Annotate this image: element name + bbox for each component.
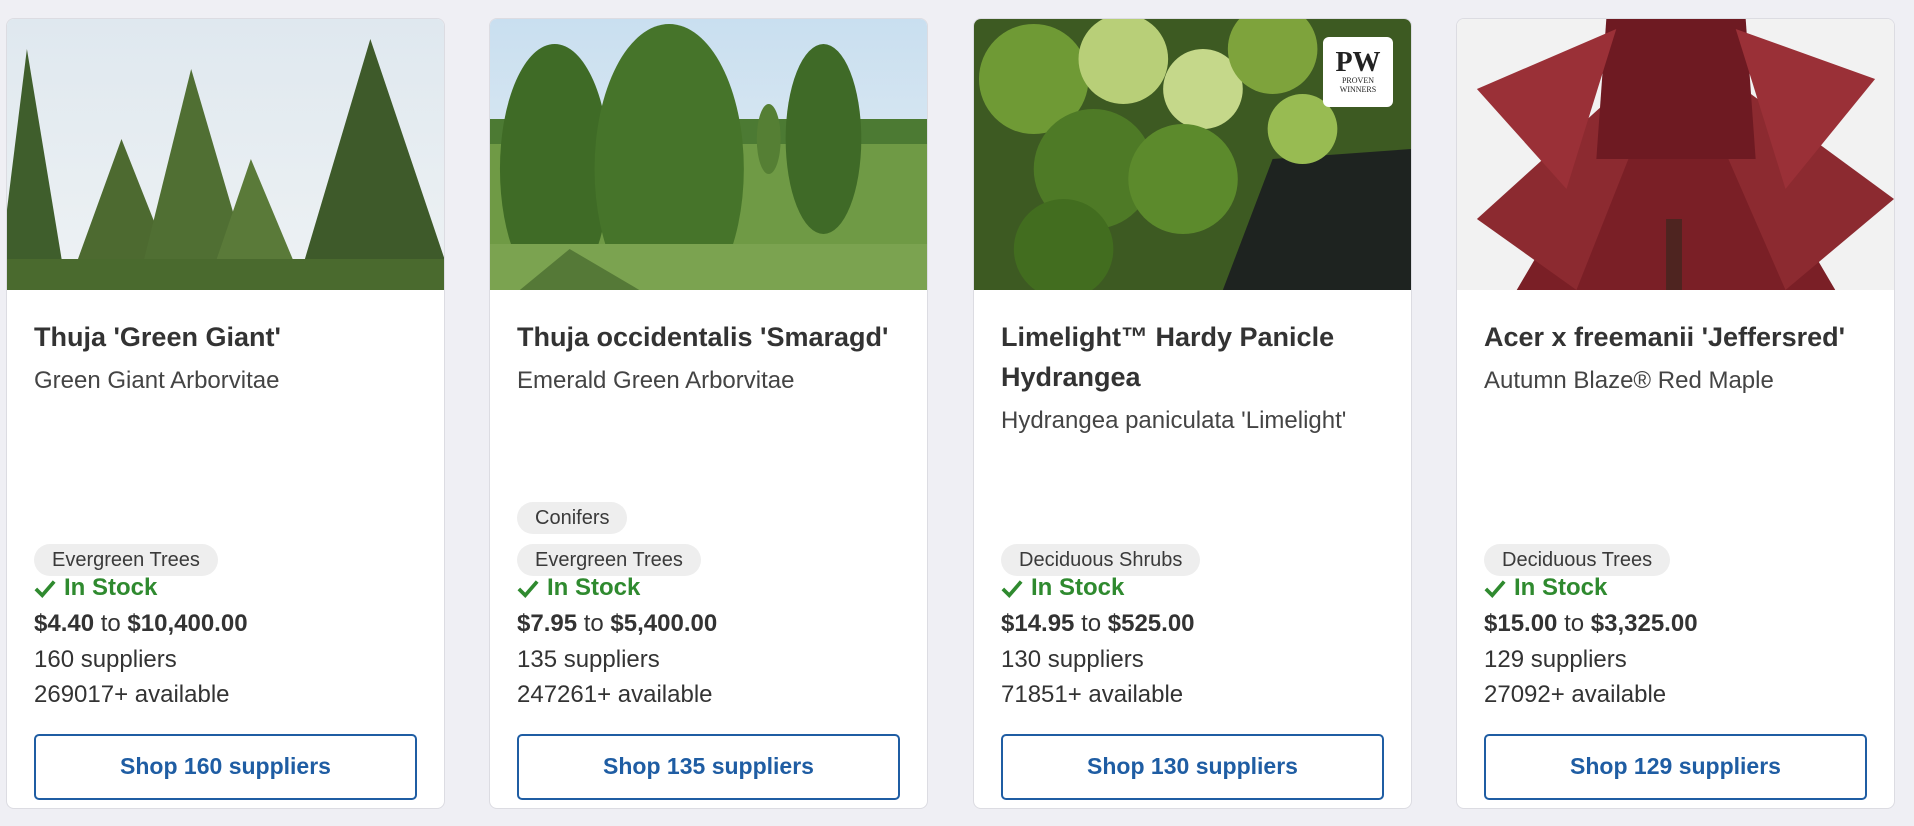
price-max: $525.00: [1107, 610, 1195, 637]
product-image[interactable]: [490, 19, 927, 290]
product-image[interactable]: [7, 19, 444, 290]
shop-suppliers-button[interactable]: Shop 130 suppliers: [1001, 734, 1384, 800]
category-tag[interactable]: Deciduous Shrubs: [1001, 544, 1201, 576]
stock-label: In Stock: [547, 574, 641, 601]
shop-suppliers-button[interactable]: Shop 135 suppliers: [517, 734, 900, 800]
price-max: $10,400.00: [127, 610, 248, 637]
price-separator: to: [583, 610, 604, 637]
price-range: $14.95 to $525.00: [1001, 610, 1195, 638]
category-tag[interactable]: Evergreen Trees: [517, 544, 701, 576]
price-range: $4.40 to $10,400.00: [34, 610, 248, 638]
price-max: $5,400.00: [610, 610, 718, 637]
price-min: $14.95: [1001, 610, 1075, 637]
available-count: 71851+ available: [1001, 681, 1184, 708]
product-common-name: Autumn Blaze® Red Maple: [1484, 367, 1774, 394]
available-count: 27092+ available: [1484, 681, 1667, 708]
product-card[interactable]: Acer x freemanii 'Jeffersred' Autumn Bla…: [1456, 18, 1895, 809]
category-tags: Deciduous Shrubs: [1001, 544, 1384, 576]
supplier-count: 130 suppliers: [1001, 646, 1144, 673]
supplier-count: 129 suppliers: [1484, 646, 1627, 673]
category-tag[interactable]: Evergreen Trees: [34, 544, 218, 576]
supplier-count: 160 suppliers: [34, 646, 177, 673]
category-tags: Deciduous Trees: [1484, 544, 1867, 576]
available-count: 269017+ available: [34, 681, 230, 708]
available-count: 247261+ available: [517, 681, 713, 708]
category-tags: Conifers Evergreen Trees: [517, 502, 900, 576]
logo-text: PROVEN WINNERS: [1339, 76, 1377, 94]
product-grid: Thuja 'Green Giant' Green Giant Arborvit…: [0, 0, 1914, 826]
product-card[interactable]: Thuja 'Green Giant' Green Giant Arborvit…: [6, 18, 445, 809]
price-max: $3,325.00: [1590, 610, 1698, 637]
product-common-name: Green Giant Arborvitae: [34, 367, 280, 394]
product-title[interactable]: Thuja 'Green Giant': [34, 317, 417, 357]
proven-winners-logo: PW PROVEN WINNERS: [1323, 37, 1393, 107]
check-icon: [1484, 580, 1506, 599]
price-range: $7.95 to $5,400.00: [517, 610, 717, 638]
check-icon: [1001, 580, 1023, 599]
supplier-count: 135 suppliers: [517, 646, 660, 673]
product-title[interactable]: Thuja occidentalis 'Smaragd': [517, 317, 900, 357]
product-common-name: Hydrangea paniculata 'Limelight': [1001, 407, 1347, 434]
product-image[interactable]: [1457, 19, 1894, 290]
product-common-name: Emerald Green Arborvitae: [517, 367, 795, 394]
stock-label: In Stock: [64, 574, 158, 601]
shop-suppliers-button[interactable]: Shop 160 suppliers: [34, 734, 417, 800]
product-title[interactable]: Acer x freemanii 'Jeffersred': [1484, 317, 1867, 357]
category-tag[interactable]: Conifers: [517, 502, 628, 534]
price-min: $4.40: [34, 610, 95, 637]
product-card[interactable]: PW PROVEN WINNERS Limelight™ Hardy Panic…: [973, 18, 1412, 809]
check-icon: [34, 580, 56, 599]
product-title[interactable]: Limelight™ Hardy Panicle Hydrangea: [1001, 317, 1384, 397]
stock-label: In Stock: [1514, 574, 1608, 601]
check-icon: [517, 580, 539, 599]
category-tags: Evergreen Trees: [34, 544, 417, 576]
price-separator: to: [1564, 610, 1585, 637]
stock-status: In Stock: [1001, 574, 1124, 602]
price-min: $15.00: [1484, 610, 1558, 637]
price-separator: to: [100, 610, 121, 637]
stock-label: In Stock: [1031, 574, 1125, 601]
price-separator: to: [1081, 610, 1102, 637]
category-tag[interactable]: Deciduous Trees: [1484, 544, 1671, 576]
stock-status: In Stock: [1484, 574, 1607, 602]
price-range: $15.00 to $3,325.00: [1484, 610, 1698, 638]
shop-suppliers-button[interactable]: Shop 129 suppliers: [1484, 734, 1867, 800]
price-min: $7.95: [517, 610, 578, 637]
stock-status: In Stock: [34, 574, 157, 602]
product-card[interactable]: Thuja occidentalis 'Smaragd' Emerald Gre…: [489, 18, 928, 809]
logo-mark: PW: [1335, 47, 1381, 78]
product-image[interactable]: PW PROVEN WINNERS: [974, 19, 1411, 290]
stock-status: In Stock: [517, 574, 640, 602]
